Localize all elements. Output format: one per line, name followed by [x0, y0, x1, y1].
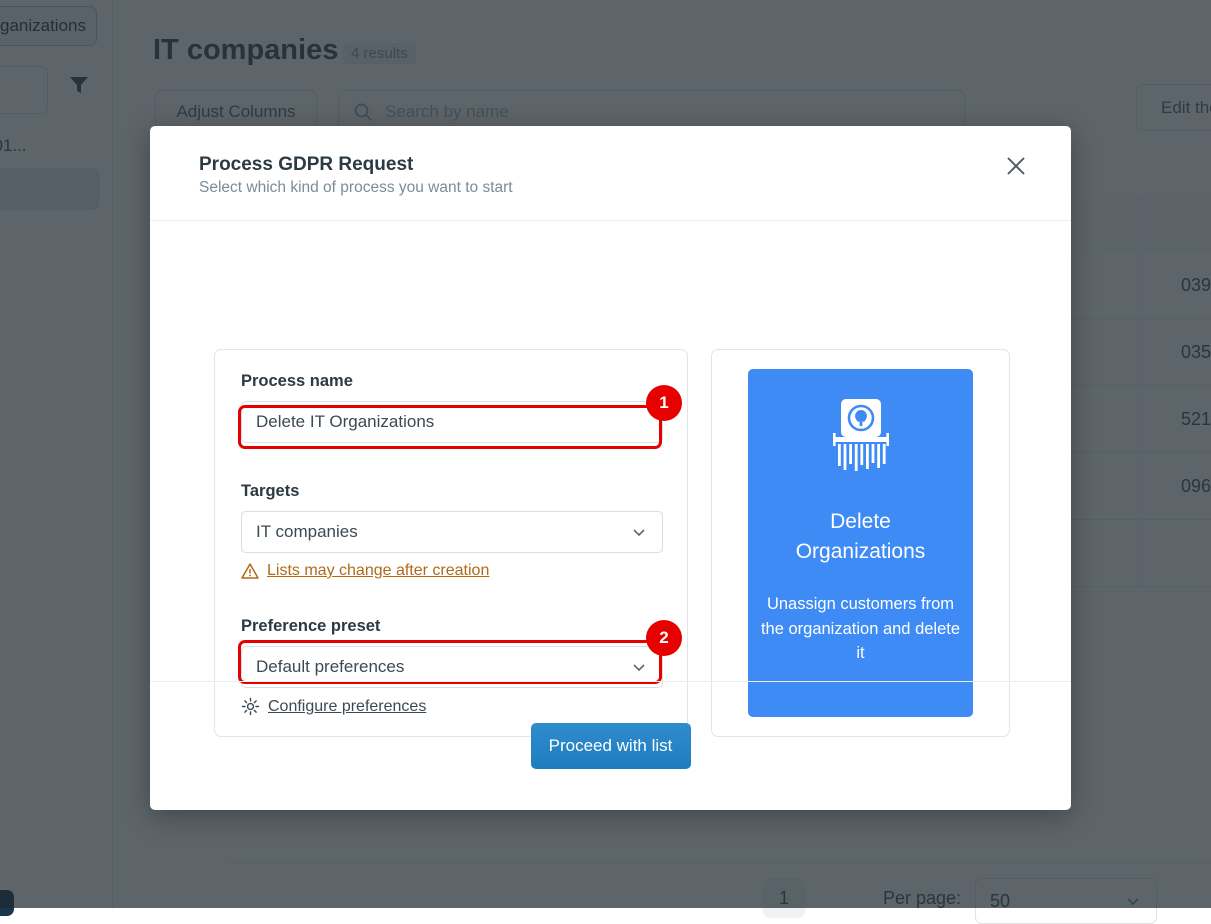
chevron-down-icon — [630, 523, 648, 541]
lists-may-change-link[interactable]: Lists may change after creation — [241, 562, 663, 580]
process-name-label: Process name — [241, 372, 663, 391]
annotation-badge-1: 1 — [646, 385, 682, 421]
proceed-with-list-button[interactable]: Proceed with list — [531, 723, 691, 769]
targets-value: IT companies — [256, 522, 358, 542]
preference-preset-label: Preference preset — [241, 617, 663, 636]
targets-label: Targets — [241, 482, 663, 501]
preference-preset-value: Default preferences — [256, 657, 404, 677]
shredder-icon — [825, 399, 897, 477]
close-icon[interactable] — [1003, 153, 1029, 179]
lists-may-change-text: Lists may change after creation — [267, 562, 489, 580]
annotation-badge-2: 2 — [646, 620, 682, 656]
targets-select[interactable]: IT companies — [241, 511, 663, 553]
modal-title: Process GDPR Request — [199, 154, 413, 176]
process-name-input[interactable]: Delete IT Organizations — [241, 401, 663, 443]
card-title: Delete Organizations — [766, 507, 956, 568]
warning-triangle-icon — [241, 562, 259, 580]
process-form-card: Process name Delete IT Organizations Tar… — [214, 349, 688, 737]
modal-body: Process name Delete IT Organizations Tar… — [150, 221, 1071, 681]
process-type-card-wrapper: Delete Organizations Unassign customers … — [711, 349, 1010, 737]
modal-footer: Proceed with list 3 — [150, 681, 1071, 810]
targets-field: Targets IT companies Lists may change af… — [241, 482, 663, 580]
delete-organizations-card[interactable]: Delete Organizations Unassign customers … — [748, 369, 973, 717]
gdpr-request-modal: Process GDPR Request Select which kind o… — [150, 126, 1071, 810]
modal-header: Process GDPR Request Select which kind o… — [150, 126, 1071, 221]
chevron-down-icon — [630, 658, 648, 676]
modal-subtitle: Select which kind of process you want to… — [199, 179, 513, 197]
process-name-field: Process name Delete IT Organizations — [241, 372, 663, 443]
card-description: Unassign customers from the organization… — [761, 592, 961, 666]
